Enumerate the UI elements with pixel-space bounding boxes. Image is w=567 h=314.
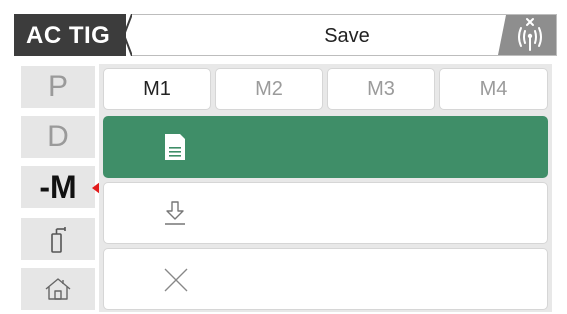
sidebar-item-p[interactable]: P [21,66,95,108]
mode-label: AC TIG [26,22,111,49]
mode-tab[interactable]: AC TIG [14,14,133,56]
tab-label: M1 [143,77,171,100]
cancel-icon [164,268,188,292]
sidebar-item-home[interactable] [21,268,95,310]
home-icon [45,278,71,300]
load-icon [165,201,185,225]
page-title: Save [324,25,370,47]
header-bar: AC TIG Save [14,14,557,56]
sidebar-item-memory[interactable]: -M [21,166,95,208]
tab-m4[interactable]: M4 [439,68,548,110]
wireless-signal-off-icon [498,15,556,55]
title-bar: Save [132,14,557,56]
load-button[interactable] [103,182,548,244]
sidebar-item-label: D [47,120,69,153]
tab-m1[interactable]: M1 [103,68,211,110]
sidebar-item-d[interactable]: D [21,116,95,158]
save-button[interactable] [103,116,548,178]
save-icon [165,134,185,160]
tab-m2[interactable]: M2 [215,68,323,110]
tab-label: M2 [255,77,283,100]
gas-cylinder-icon [51,227,66,253]
main-panel: M1 M2 M3 M4 [99,64,552,312]
sidebar-item-gas[interactable] [21,218,95,260]
tab-m3[interactable]: M3 [327,68,435,110]
sidebar-item-label: P [47,70,68,103]
cancel-button[interactable] [103,248,548,310]
sidebar-item-label: -M [39,168,77,205]
tab-label: M4 [479,77,508,100]
tab-label: M3 [367,77,395,100]
